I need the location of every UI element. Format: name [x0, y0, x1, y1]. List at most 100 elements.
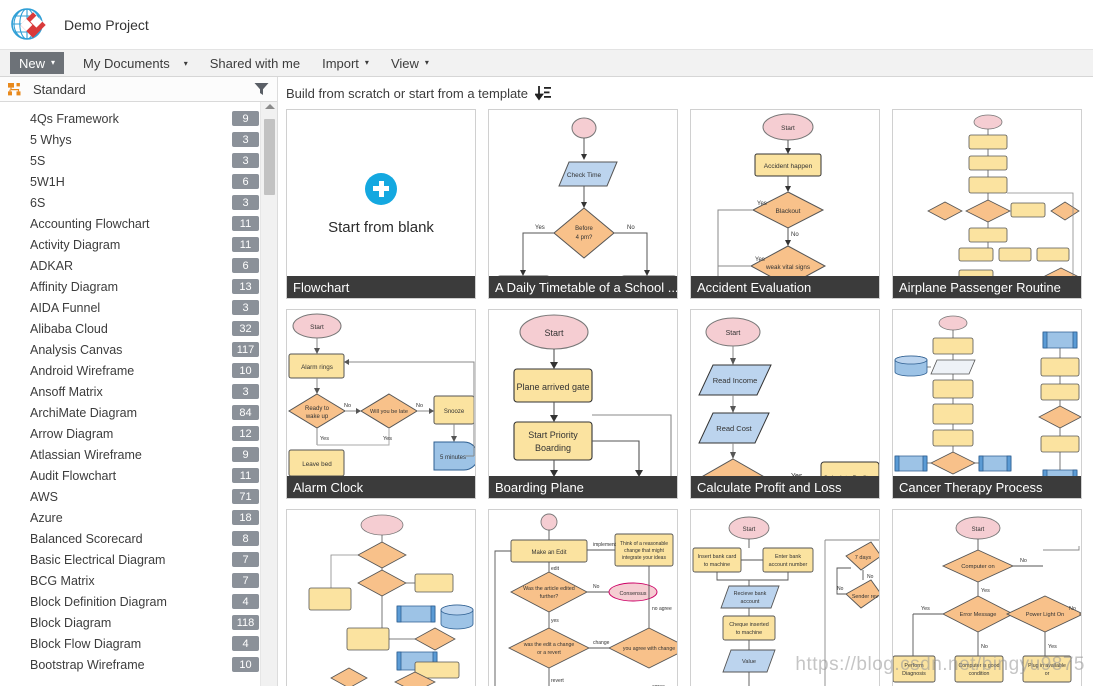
svg-text:Yes: Yes	[320, 436, 329, 442]
list-item[interactable]: Bootstrap Wireframe10	[0, 654, 277, 675]
category-count: 13	[232, 279, 259, 294]
list-item[interactable]: 5W1H6	[0, 171, 277, 192]
menu-item-view[interactable]: View ▾	[380, 50, 440, 76]
menu-item-my-documents[interactable]: My Documents ▾	[72, 50, 199, 76]
list-item[interactable]: Analysis Canvas117	[0, 339, 277, 360]
sort-descending-icon[interactable]	[535, 86, 551, 101]
title-bar: Demo Project	[0, 0, 1093, 50]
category-count: 18	[232, 510, 259, 525]
svg-text:Perform: Perform	[904, 663, 924, 669]
list-item[interactable]: Block Flow Diagram4	[0, 633, 277, 654]
list-item[interactable]: Activity Diagram11	[0, 234, 277, 255]
card-caption: A Daily Timetable of a School ...	[489, 276, 677, 298]
card-caption: Boarding Plane	[489, 476, 677, 498]
template-card[interactable]: Start Alarm rings Ready to wake up No Wi	[286, 309, 476, 499]
template-card-blank[interactable]: Start from blank Flowchart	[286, 109, 476, 299]
svg-text:Value: Value	[742, 659, 756, 665]
list-item[interactable]: Ansoff Matrix3	[0, 381, 277, 402]
template-card[interactable]: Make an Edit Think of a reasonable chang…	[488, 509, 678, 686]
svg-text:integrate your ideas: integrate your ideas	[622, 555, 666, 561]
svg-text:Start Priority: Start Priority	[528, 430, 578, 440]
template-card[interactable]: Start Accident happen Blackout Yes No	[690, 109, 880, 299]
svg-text:Yes: Yes	[535, 225, 545, 231]
category-count: 9	[232, 447, 259, 462]
menu-bar: New ▾ My Documents ▾ Shared with me Impo…	[0, 50, 1093, 77]
menu-item-import[interactable]: Import ▾	[311, 50, 380, 76]
list-item[interactable]: ArchiMate Diagram84	[0, 402, 277, 423]
template-card[interactable]: Check Time Before 4 pm? Yes No He is in …	[488, 109, 678, 299]
category-label: Atlassian Wireframe	[30, 448, 232, 462]
scroll-up-arrow-icon[interactable]	[265, 104, 275, 109]
list-item[interactable]: AWS71	[0, 486, 277, 507]
template-card[interactable]: Start Read Income Read Cost Income >= Co…	[690, 309, 880, 499]
list-item[interactable]: Audit Flowchart11	[0, 465, 277, 486]
template-card[interactable]: Start Insert bank card to machine Enter …	[690, 509, 880, 686]
filter-icon[interactable]	[254, 82, 269, 96]
list-item[interactable]: AIDA Funnel3	[0, 297, 277, 318]
card-caption: Airplane Passenger Routine	[893, 276, 1081, 298]
category-count: 84	[232, 405, 259, 420]
list-item[interactable]: Affinity Diagram13	[0, 276, 277, 297]
plus-circle-icon	[365, 173, 397, 205]
list-item[interactable]: Atlassian Wireframe9	[0, 444, 277, 465]
category-label: Alibaba Cloud	[30, 322, 232, 336]
menu-item-my-documents-label: My Documents	[83, 56, 170, 71]
list-item[interactable]: Basic Electrical Diagram7	[0, 549, 277, 570]
list-item[interactable]: 5S3	[0, 150, 277, 171]
list-item[interactable]: 4Qs Framework9	[0, 108, 277, 129]
card-thumbnail	[893, 310, 1081, 498]
list-item[interactable]: Accounting Flowchart11	[0, 213, 277, 234]
chevron-down-icon: ▾	[51, 59, 55, 67]
list-item[interactable]: Alibaba Cloud32	[0, 318, 277, 339]
template-card[interactable]: Start Computer on No Yes Error Message P	[892, 509, 1082, 686]
svg-text:Start: Start	[726, 330, 741, 337]
category-count: 6	[232, 174, 259, 189]
main-area: Standard 4Qs Framework9 5 Whys3 5S3 5W1H…	[0, 77, 1093, 686]
list-item[interactable]: Azure18	[0, 507, 277, 528]
svg-text:Enter bank: Enter bank	[775, 554, 801, 560]
svg-text:Plug in available: Plug in available	[1028, 663, 1066, 669]
template-card[interactable]: Cancer Therapy Process	[892, 309, 1082, 499]
scrollbar-thumb[interactable]	[264, 119, 275, 195]
svg-text:Start: Start	[781, 125, 795, 132]
svg-text:Blackout: Blackout	[776, 208, 801, 215]
category-list[interactable]: 4Qs Framework9 5 Whys3 5S3 5W1H6 6S3 Acc…	[0, 102, 277, 686]
project-title: Demo Project	[64, 17, 149, 33]
category-count: 117	[232, 342, 259, 357]
svg-text:Yes: Yes	[981, 588, 990, 594]
category-label: Android Wireframe	[30, 364, 232, 378]
list-item[interactable]: Arrow Diagram12	[0, 423, 277, 444]
list-item[interactable]: BCG Matrix7	[0, 570, 277, 591]
svg-text:Yes: Yes	[921, 606, 930, 612]
category-count: 3	[232, 384, 259, 399]
template-card[interactable]: Start Plane arrived gate Start Priority …	[488, 309, 678, 499]
svg-text:Snooze: Snooze	[444, 409, 465, 415]
svg-text:Start: Start	[743, 527, 756, 533]
menu-item-shared-with-me[interactable]: Shared with me	[199, 50, 311, 76]
list-item[interactable]: Block Diagram118	[0, 612, 277, 633]
card-caption: Calculate Profit and Loss	[691, 476, 879, 498]
template-card[interactable]: Airplane Passenger Routine	[892, 109, 1082, 299]
category-label: Balanced Scorecard	[30, 532, 232, 546]
card-thumbnail	[893, 110, 1081, 298]
chevron-down-icon: ▾	[425, 59, 429, 67]
list-item[interactable]: 6S3	[0, 192, 277, 213]
svg-text:account: account	[741, 599, 760, 605]
list-item[interactable]: ADKAR6	[0, 255, 277, 276]
menu-item-new[interactable]: New ▾	[10, 52, 64, 74]
list-item[interactable]: Android Wireframe10	[0, 360, 277, 381]
card-thumbnail: Make an Edit Think of a reasonable chang…	[489, 510, 677, 686]
svg-text:Start: Start	[544, 328, 564, 338]
svg-text:Recieve bank: Recieve bank	[734, 591, 767, 597]
svg-text:No: No	[981, 644, 988, 650]
list-item[interactable]: Balanced Scorecard8	[0, 528, 277, 549]
svg-text:Plane arrived gate: Plane arrived gate	[516, 382, 589, 392]
svg-text:Will you be late: Will you be late	[370, 409, 408, 415]
template-card[interactable]	[286, 509, 476, 686]
svg-text:Alarm rings: Alarm rings	[301, 364, 333, 371]
sidebar-scrollbar[interactable]	[260, 102, 277, 686]
list-item[interactable]: 5 Whys3	[0, 129, 277, 150]
category-label: Block Flow Diagram	[30, 637, 232, 651]
list-item[interactable]: Block Definition Diagram4	[0, 591, 277, 612]
category-label: 5S	[30, 154, 232, 168]
